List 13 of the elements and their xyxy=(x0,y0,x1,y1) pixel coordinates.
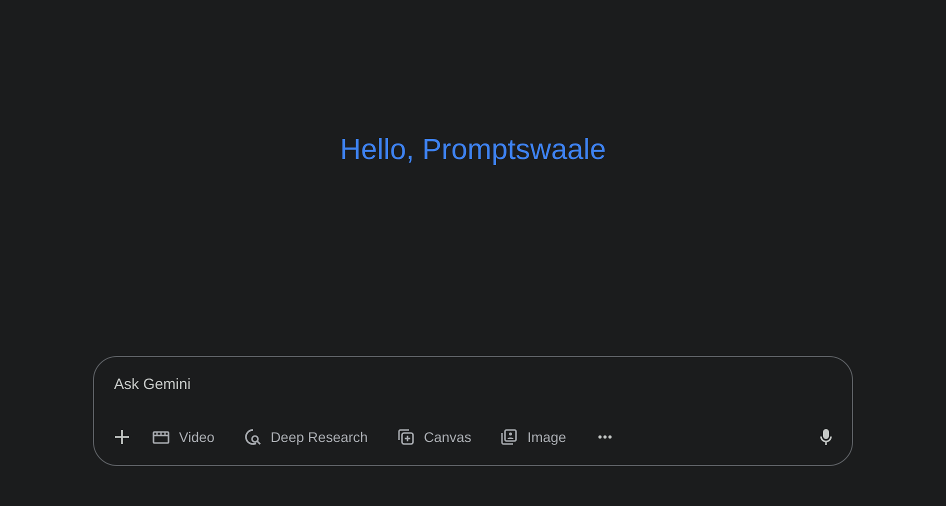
globe-search-icon xyxy=(244,428,262,446)
clapperboard-icon xyxy=(152,429,170,445)
tool-button[interactable]: Deep Research xyxy=(244,428,368,446)
more-icon[interactable] xyxy=(598,435,612,439)
tool-button[interactable]: Video xyxy=(152,429,215,445)
plus-icon[interactable] xyxy=(114,429,130,445)
tool-button[interactable]: Image xyxy=(500,428,566,446)
tool-button[interactable]: Canvas xyxy=(396,428,472,446)
photo-stack-icon xyxy=(500,428,518,446)
prompt-input[interactable]: Ask Gemini xyxy=(114,373,414,396)
greeting-title: Hello, Promptswaale xyxy=(340,133,606,168)
layers-plus-icon xyxy=(396,428,415,446)
microphone-icon[interactable] xyxy=(820,428,832,446)
